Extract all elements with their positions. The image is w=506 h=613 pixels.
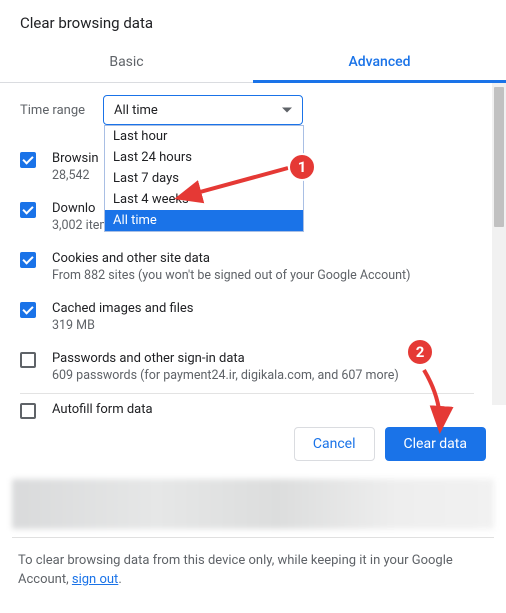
dialog-body: Time range All time Last hour Last 24 ho… — [0, 83, 506, 405]
item-title: Cookies and other site data — [52, 251, 410, 266]
dropdown-option[interactable]: Last 4 weeks — [105, 189, 303, 210]
item-subtitle: From 882 sites (you won't be signed out … — [52, 268, 410, 283]
item-title: Passwords and other sign-in data — [52, 351, 399, 366]
dialog-title: Clear browsing data — [0, 0, 506, 44]
item-title: Autofill form data — [52, 402, 153, 417]
list-item: Passwords and other sign-in data 609 pas… — [20, 343, 488, 393]
tab-bar: Basic Advanced — [0, 44, 506, 83]
tab-basic[interactable]: Basic — [0, 44, 253, 82]
cancel-button[interactable]: Cancel — [294, 427, 375, 461]
clear-data-button[interactable]: Clear data — [385, 427, 486, 461]
checkbox[interactable] — [20, 202, 36, 218]
footer-note: To clear browsing data from this device … — [0, 552, 506, 608]
checkbox[interactable] — [20, 352, 36, 368]
checkbox[interactable] — [20, 252, 36, 268]
item-title: Cached images and files — [52, 301, 193, 316]
tab-advanced[interactable]: Advanced — [253, 44, 506, 82]
checkbox[interactable] — [20, 403, 36, 419]
dropdown-option[interactable]: Last hour — [105, 126, 303, 147]
list-item: Autofill form data — [20, 394, 488, 429]
scroll-thumb[interactable] — [494, 87, 504, 227]
checkbox[interactable] — [20, 302, 36, 318]
divider — [12, 537, 494, 538]
list-item: Cached images and files 319 MB — [20, 293, 488, 343]
time-range-dropdown: Last hour Last 24 hours Last 7 days Last… — [104, 125, 304, 232]
time-range-value: All time — [114, 103, 158, 118]
note-text: . — [118, 572, 121, 587]
dropdown-option[interactable]: Last 24 hours — [105, 147, 303, 168]
time-range-row: Time range All time Last hour Last 24 ho… — [20, 95, 488, 125]
item-subtitle: 609 passwords (for payment24.ir, digikal… — [52, 368, 399, 383]
list-item: Cookies and other site data From 882 sit… — [20, 243, 488, 293]
time-range-label: Time range — [20, 103, 85, 118]
scrollbar[interactable] — [492, 83, 506, 405]
time-range-select[interactable]: All time Last hour Last 24 hours Last 7 … — [103, 95, 303, 125]
item-title: Browsin — [52, 151, 99, 166]
redacted-region — [12, 479, 494, 529]
item-subtitle: 319 MB — [52, 318, 193, 333]
dropdown-option-selected[interactable]: All time — [105, 210, 303, 231]
sign-out-link[interactable]: sign out — [72, 572, 118, 587]
chevron-down-icon — [282, 108, 292, 113]
checkbox[interactable] — [20, 152, 36, 168]
dropdown-option[interactable]: Last 7 days — [105, 168, 303, 189]
item-subtitle: 28,542 — [52, 168, 99, 183]
